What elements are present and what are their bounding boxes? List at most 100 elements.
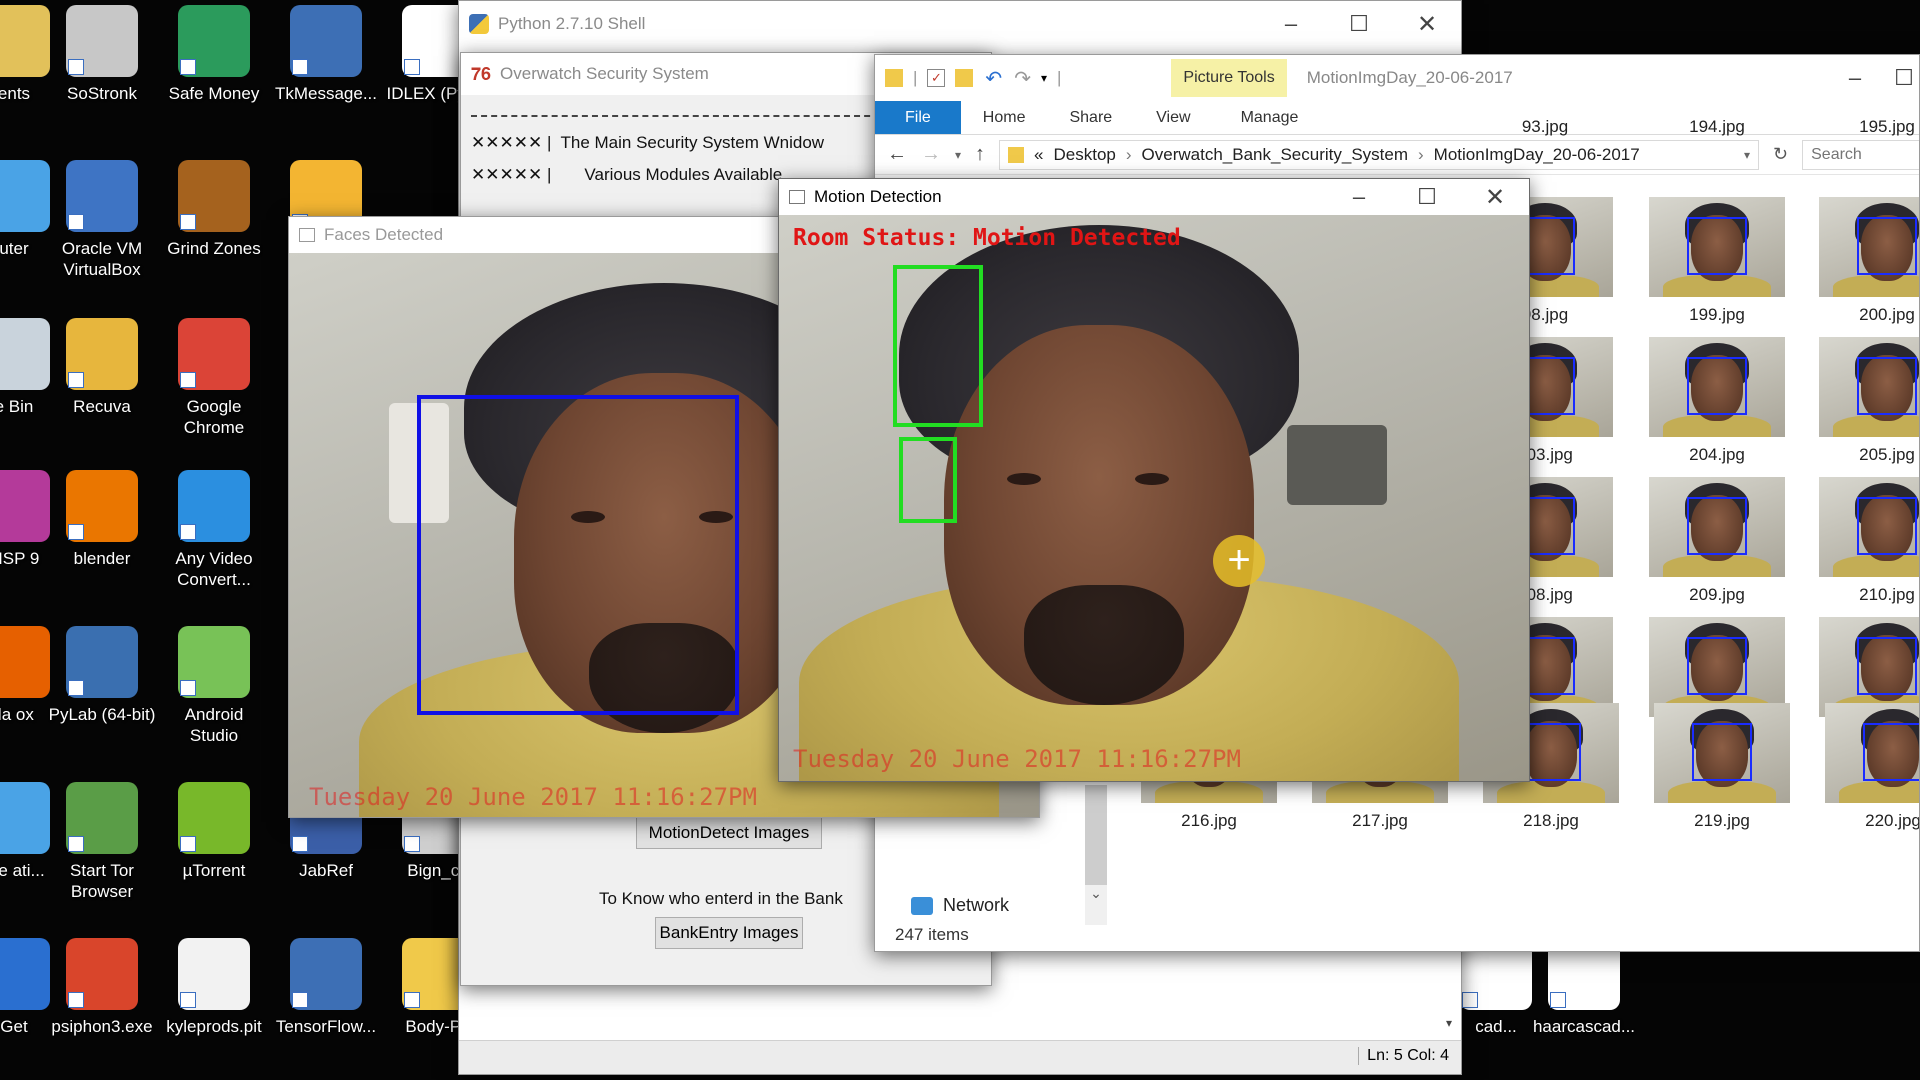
cursor-position: Ln: 5 Col: 4 xyxy=(1358,1047,1449,1065)
undo-icon[interactable]: ↶ xyxy=(985,66,1002,91)
desktop-icon[interactable]: haarcascad... xyxy=(1530,938,1638,1037)
desktop-icon[interactable]: Google Chrome xyxy=(160,318,268,438)
file-item[interactable]: 209.jpg xyxy=(1647,477,1787,605)
motion-detect-images-button[interactable]: MotionDetect Images xyxy=(636,817,822,849)
desktop-icon-label: Grind Zones xyxy=(167,239,261,258)
desktop-icon[interactable]: Oracle VM VirtualBox xyxy=(48,160,156,280)
nav-item-network[interactable]: Network xyxy=(911,895,1009,916)
desktop-icon[interactable]: Grind Zones xyxy=(160,160,268,259)
file-item[interactable]: 220.jpg xyxy=(1823,703,1919,831)
safe-money-icon xyxy=(178,5,250,77)
folder-icon xyxy=(885,69,903,87)
desktop-icon[interactable]: SoStronk xyxy=(48,5,156,104)
folder-icon xyxy=(1008,146,1025,163)
image-thumbnail xyxy=(1649,617,1785,717)
picture-tools-tab[interactable]: Picture Tools xyxy=(1171,59,1287,97)
close-button[interactable]: ✕ xyxy=(1461,179,1529,216)
sostronk-icon xyxy=(66,5,138,77)
face-box xyxy=(1521,723,1581,781)
breadcrumb-item-current[interactable]: MotionImgDay_20-06-2017 xyxy=(1434,145,1640,165)
desktop-icon[interactable]: kyleprods.pit xyxy=(160,938,268,1037)
desktop-icon[interactable]: PyLab (64-bit) xyxy=(48,626,156,725)
forward-arrow-icon[interactable]: → xyxy=(921,143,941,166)
file-name: 217.jpg xyxy=(1352,811,1408,830)
file-item[interactable]: 93.jpg xyxy=(1475,117,1615,137)
redo-icon[interactable]: ↷ xyxy=(1014,66,1031,91)
nav-scrollbar[interactable]: ⌄ xyxy=(1085,785,1107,925)
desktop-icon[interactable]: blender xyxy=(48,470,156,569)
chevron-down-icon[interactable]: ▾ xyxy=(1744,148,1750,162)
image-thumbnail xyxy=(1825,703,1919,803)
desktop-icon[interactable]: TkMessage... xyxy=(272,5,380,104)
recent-locations-icon[interactable]: ▾ xyxy=(955,148,961,162)
python-shell-titlebar[interactable]: Python 2.7.10 Shell – ☐ ✕ xyxy=(459,1,1461,47)
security-app-title: Overwatch Security System xyxy=(500,64,709,83)
customize-toolbar-icon[interactable]: ▾ xyxy=(1041,71,1047,85)
desktop-icon[interactable]: Any Video Convert... xyxy=(160,470,268,590)
explorer-titlebar[interactable]: | ✓ ↶ ↷ ▾ | Picture Tools MotionImgDay_2… xyxy=(875,55,1919,101)
file-item[interactable]: 199.jpg xyxy=(1647,197,1787,325)
desktop-icon[interactable]: psiphon3.exe xyxy=(48,938,156,1037)
file-item[interactable]: 194.jpg xyxy=(1647,117,1787,137)
desktop-icon[interactable]: Safe Money xyxy=(160,5,268,104)
file-item[interactable]: 195.jpg xyxy=(1817,117,1919,137)
file-name: 216.jpg xyxy=(1181,811,1237,830)
chrome-icon xyxy=(178,318,250,390)
tab-view[interactable]: View xyxy=(1134,101,1212,134)
desktop-icon-label: SoStronk xyxy=(67,84,137,103)
maximize-button[interactable]: ☐ xyxy=(1889,59,1919,97)
desktop-icon[interactable]: µTorrent xyxy=(160,782,268,881)
refresh-icon[interactable]: ↻ xyxy=(1773,144,1788,165)
motion-detection-window[interactable]: Motion Detection – ☐ ✕ + Room Status: Mo… xyxy=(778,178,1530,782)
face-box xyxy=(1857,357,1917,415)
scrollbar-thumb[interactable] xyxy=(1085,785,1107,885)
search-input[interactable] xyxy=(1802,139,1919,170)
file-item[interactable]: 205.jpg xyxy=(1817,337,1919,465)
network-icon xyxy=(911,896,933,915)
maximize-button[interactable]: ☐ xyxy=(1393,179,1461,216)
file-name: 218.jpg xyxy=(1523,811,1579,830)
motion-camera-feed: + Room Status: Motion Detected Tuesday 2… xyxy=(779,215,1529,781)
new-folder-icon[interactable] xyxy=(955,69,974,87)
desktop-icon[interactable]: Android Studio xyxy=(160,626,268,746)
bank-entry-images-button[interactable]: BankEntry Images xyxy=(655,917,803,949)
breadcrumb-item-project[interactable]: Overwatch_Bank_Security_System xyxy=(1142,145,1408,165)
minimize-button[interactable]: – xyxy=(1325,179,1393,216)
breadcrumb[interactable]: « Desktop › Overwatch_Bank_Security_Syst… xyxy=(999,139,1760,170)
properties-icon[interactable]: ✓ xyxy=(927,69,946,87)
file-item[interactable]: 200.jpg xyxy=(1817,197,1919,325)
tab-manage[interactable]: Manage xyxy=(1219,101,1321,134)
back-arrow-icon[interactable]: ← xyxy=(887,143,907,166)
window-icon xyxy=(789,190,805,204)
desktop-icon[interactable]: Recuva xyxy=(48,318,156,417)
tab-file[interactable]: File xyxy=(875,101,961,134)
maximize-button[interactable]: ☐ xyxy=(1325,5,1393,43)
file-item[interactable]: 210.jpg xyxy=(1817,477,1919,605)
desktop-icon-label: JabRef xyxy=(299,861,353,880)
motion-titlebar[interactable]: Motion Detection – ☐ ✕ xyxy=(779,179,1529,215)
recuva-icon xyxy=(66,318,138,390)
breadcrumb-item-desktop[interactable]: Desktop xyxy=(1054,145,1116,165)
face-box xyxy=(1857,217,1917,275)
python-file-icon xyxy=(290,5,362,77)
chevron-down-icon[interactable]: ⌄ xyxy=(1085,885,1107,902)
minimize-button[interactable]: – xyxy=(1821,59,1889,97)
tab-share[interactable]: Share xyxy=(1047,101,1134,134)
tab-home[interactable]: Home xyxy=(961,101,1048,134)
minimize-button[interactable]: – xyxy=(1257,5,1325,43)
get-icon xyxy=(0,938,50,1010)
file-item[interactable]: 204.jpg xyxy=(1647,337,1787,465)
utorrent-icon xyxy=(178,782,250,854)
desktop-icon[interactable]: TensorFlow... xyxy=(272,938,380,1037)
shell-scrollbar-down[interactable]: ▾ xyxy=(1441,1016,1457,1036)
desktop-icon[interactable]: Start Tor Browser xyxy=(48,782,156,902)
motion-box-2 xyxy=(899,437,957,523)
chevron-right-icon: › xyxy=(1125,144,1132,164)
up-arrow-icon[interactable]: ↑ xyxy=(975,143,985,166)
desktop-icon-label: Recuva xyxy=(73,397,131,416)
breadcrumb-overflow[interactable]: « xyxy=(1034,145,1043,165)
chevron-right-icon: › xyxy=(1418,144,1424,164)
file-item[interactable]: 219.jpg xyxy=(1652,703,1792,831)
close-button[interactable]: ✕ xyxy=(1393,5,1461,43)
item-count: 247 items xyxy=(895,925,969,944)
